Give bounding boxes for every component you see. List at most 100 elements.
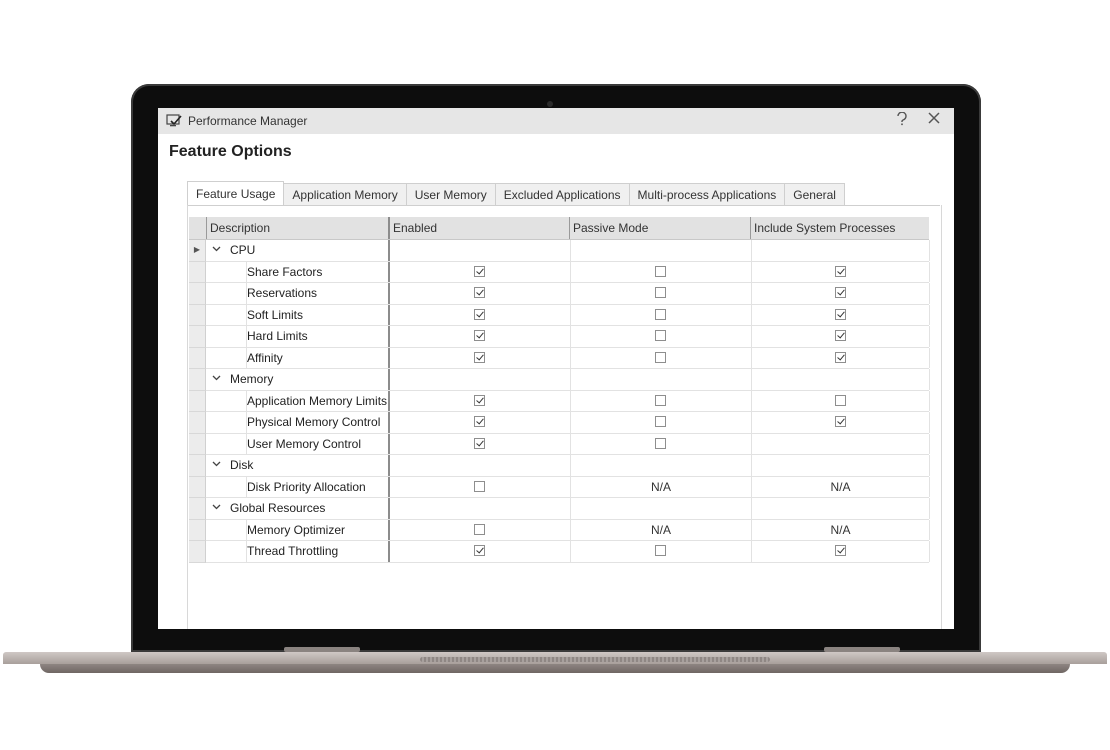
include-system-processes-cell	[752, 283, 930, 304]
chevron-down-icon[interactable]	[212, 455, 221, 475]
description-cell: Affinity	[206, 347, 388, 368]
table-row[interactable]: Disk Priority Allocation N/A N/A	[189, 476, 930, 498]
column-header-enabled[interactable]: Enabled	[388, 217, 437, 239]
feature-label: Application Memory Limits	[247, 393, 388, 408]
column-header-passive-mode[interactable]: Passive Mode	[569, 217, 648, 239]
feature-label: Affinity	[247, 350, 283, 365]
group-row-memory[interactable]: Memory	[189, 369, 930, 391]
passive-mode-checkbox[interactable]	[655, 416, 666, 428]
group-row-cpu[interactable]: ▶ CPU	[189, 240, 930, 262]
passive-mode-checkbox[interactable]	[655, 394, 666, 406]
group-row-global-resources[interactable]: Global Resources	[189, 498, 930, 520]
passive-mode-checkbox[interactable]	[655, 330, 666, 342]
include-system-processes-checkbox[interactable]	[834, 545, 846, 557]
include-system-processes-checkbox[interactable]	[834, 351, 846, 363]
enabled-checkbox[interactable]	[474, 287, 485, 299]
table-row[interactable]: Reservations	[189, 283, 930, 305]
enabled-checkbox[interactable]	[474, 545, 485, 557]
include-system-processes-checkbox[interactable]	[834, 330, 846, 342]
table-row[interactable]: Share Factors	[189, 261, 930, 283]
include-system-processes-cell	[752, 261, 930, 282]
row-selector[interactable]	[189, 455, 206, 477]
table-row[interactable]: Hard Limits	[189, 326, 930, 348]
enabled-checkbox[interactable]	[474, 351, 485, 363]
table-row[interactable]: Memory Optimizer N/A N/A	[189, 519, 930, 541]
row-selector[interactable]	[189, 390, 206, 412]
enabled-checkbox[interactable]	[474, 308, 485, 320]
chevron-down-icon[interactable]	[212, 498, 221, 518]
row-selector[interactable]	[189, 412, 206, 434]
include-system-processes-checkbox[interactable]	[834, 265, 846, 277]
empty-cell	[390, 240, 571, 261]
include-system-processes-checkbox[interactable]	[834, 394, 846, 406]
enabled-cell	[390, 519, 571, 540]
include-system-processes-checkbox[interactable]	[834, 416, 846, 428]
empty-cell	[571, 498, 752, 519]
row-selector[interactable]	[189, 476, 206, 498]
row-selector[interactable]	[189, 541, 206, 563]
row-selector[interactable]	[189, 433, 206, 455]
row-selector[interactable]	[189, 261, 206, 283]
passive-mode-checkbox[interactable]	[655, 308, 666, 320]
column-header-include-system-processes[interactable]: Include System Processes	[750, 217, 895, 239]
row-selector[interactable]	[189, 498, 206, 520]
table-row[interactable]: Application Memory Limits	[189, 390, 930, 412]
include-system-processes-checkbox[interactable]	[834, 287, 846, 299]
row-selector[interactable]	[189, 326, 206, 348]
tab-general[interactable]: General	[785, 183, 845, 206]
passive-mode-na-text: N/A	[650, 479, 671, 494]
passive-mode-cell: N/A	[571, 476, 752, 497]
enabled-cell	[390, 390, 571, 411]
description-cell: Memory Optimizer	[206, 519, 388, 540]
description-cell: Global Resources	[206, 498, 388, 519]
empty-cell	[752, 498, 930, 519]
enabled-checkbox[interactable]	[474, 416, 485, 428]
chevron-down-icon[interactable]	[212, 240, 221, 260]
include-system-processes-checkbox[interactable]	[834, 308, 846, 320]
table-row[interactable]: Physical Memory Control	[189, 412, 930, 434]
table-row[interactable]: Thread Throttling	[189, 541, 930, 563]
passive-mode-checkbox[interactable]	[655, 265, 666, 277]
help-icon[interactable]	[893, 111, 911, 130]
row-indicator-icon[interactable]: ▶	[189, 240, 206, 262]
passive-mode-checkbox[interactable]	[655, 437, 666, 449]
passive-mode-cell	[571, 261, 752, 282]
table-row[interactable]: User Memory Control	[189, 433, 930, 455]
chevron-down-icon[interactable]	[212, 369, 221, 389]
table-row[interactable]: Soft Limits	[189, 304, 930, 326]
passive-mode-checkbox[interactable]	[655, 545, 666, 557]
tab-user-memory[interactable]: User Memory	[406, 183, 496, 206]
empty-cell	[752, 369, 930, 390]
enabled-checkbox[interactable]	[474, 394, 485, 406]
enabled-cell	[390, 326, 571, 347]
close-icon[interactable]	[925, 112, 943, 130]
column-header-description[interactable]: Description	[206, 217, 270, 239]
table-row[interactable]: Affinity	[189, 347, 930, 369]
enabled-checkbox[interactable]	[474, 330, 485, 342]
row-selector[interactable]	[189, 369, 206, 391]
row-selector[interactable]	[189, 519, 206, 541]
enabled-checkbox[interactable]	[474, 265, 485, 277]
tab-application-memory[interactable]: Application Memory	[284, 183, 407, 206]
row-selector[interactable]	[189, 304, 206, 326]
group-row-disk[interactable]: Disk	[189, 455, 930, 477]
description-cell: Disk	[206, 455, 388, 476]
enabled-checkbox[interactable]	[474, 523, 485, 535]
tab-feature-usage[interactable]: Feature Usage	[187, 181, 285, 206]
description-cell: User Memory Control	[206, 433, 388, 454]
include-system-processes-cell	[752, 304, 930, 325]
feature-label: Reservations	[247, 286, 318, 300]
description-cell: Memory	[206, 369, 388, 390]
empty-cell	[390, 455, 571, 476]
row-selector[interactable]	[189, 283, 206, 305]
tab-excluded-applications[interactable]: Excluded Applications	[495, 183, 630, 206]
feature-label: Thread Throttling	[247, 544, 339, 558]
enabled-checkbox[interactable]	[474, 437, 485, 449]
enabled-checkbox[interactable]	[474, 480, 485, 492]
tab-multi-process-applications[interactable]: Multi-process Applications	[629, 183, 786, 206]
enabled-cell	[390, 304, 571, 325]
group-label: CPU	[230, 243, 256, 257]
row-selector[interactable]	[189, 347, 206, 369]
passive-mode-checkbox[interactable]	[655, 287, 666, 299]
passive-mode-checkbox[interactable]	[655, 351, 666, 363]
